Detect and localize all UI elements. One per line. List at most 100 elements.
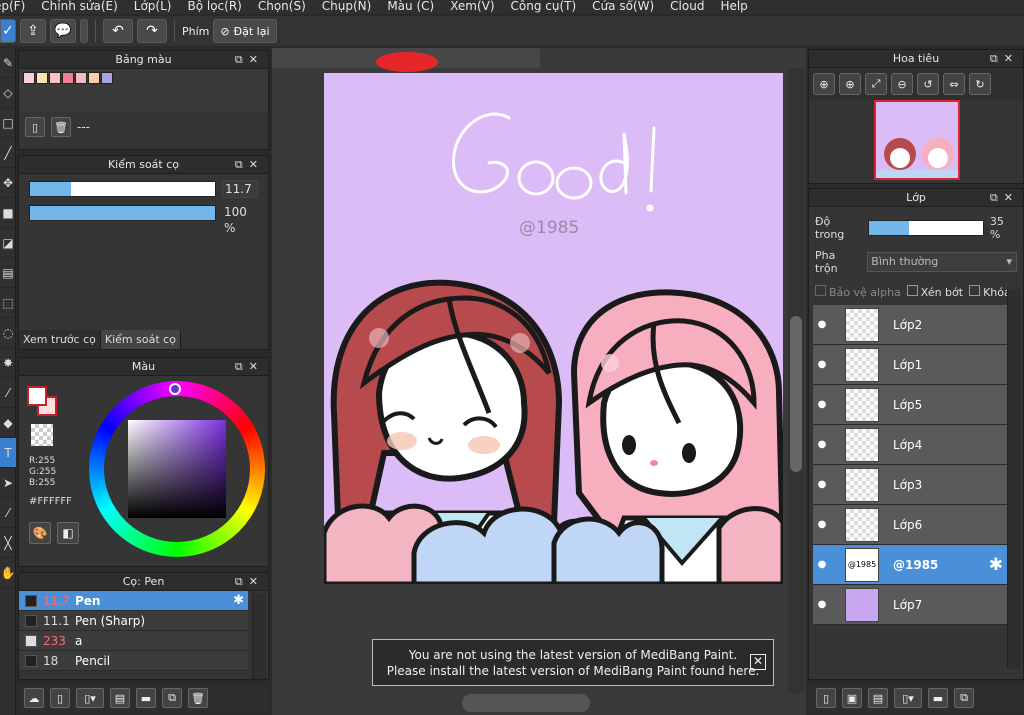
zoom-in-icon[interactable]: ⊕ <box>839 73 861 95</box>
color-mode-icon[interactable]: ◧ <box>57 522 79 544</box>
brush-size-slider[interactable] <box>29 181 216 197</box>
lasso-tool-icon[interactable]: ◌ <box>0 318 16 348</box>
brush-tool-icon[interactable]: ╱ <box>0 138 16 168</box>
protect-alpha-checkbox[interactable]: Bảo vệ alpha <box>815 285 901 299</box>
foreground-color-swatch[interactable] <box>27 386 47 406</box>
add-brush-menu-icon[interactable]: ▯▾ <box>76 688 104 708</box>
menu-view[interactable]: Xem(V) <box>442 0 502 14</box>
tab-brush-preview[interactable]: Xem trước cọ <box>19 330 101 349</box>
fit-window-icon[interactable]: ⤢ <box>865 73 887 95</box>
rotate-right-icon[interactable]: ↻ <box>969 73 991 95</box>
visibility-eye-icon[interactable]: ● <box>813 519 831 530</box>
brush-settings-icon[interactable]: ▤ <box>110 688 130 708</box>
eraser-tool-icon[interactable]: ◇ <box>0 78 16 108</box>
update-notice[interactable]: You are not using the latest version of … <box>372 639 774 686</box>
undock-icon[interactable]: ⧉ <box>235 158 249 171</box>
close-icon[interactable]: ✕ <box>249 53 264 66</box>
palette-swatch[interactable] <box>49 72 61 84</box>
canvas-vertical-scrollbar[interactable] <box>788 68 804 694</box>
saturation-value-square[interactable] <box>128 420 226 518</box>
palette-swatch[interactable] <box>23 72 35 84</box>
brush-row[interactable]: 18 Pencil <box>19 651 248 671</box>
menu-edit[interactable]: Chỉnh sửa(E) <box>33 0 126 14</box>
zoom-out-icon[interactable]: ⊖ <box>891 73 913 95</box>
close-icon[interactable]: ✕ <box>1004 191 1019 204</box>
brush-opacity-slider[interactable] <box>29 205 216 221</box>
trash-icon[interactable]: 🗑 <box>51 117 71 137</box>
undock-icon[interactable]: ⧉ <box>235 360 249 373</box>
navigator-thumbnail[interactable] <box>874 100 960 180</box>
dropper-tool-icon[interactable]: ⁄ <box>0 498 16 528</box>
lock-checkbox[interactable]: Khóa <box>969 285 1011 299</box>
gear-icon[interactable]: ✱ <box>989 555 1003 575</box>
folder-icon[interactable]: ▬ <box>928 688 948 708</box>
layer-row[interactable]: ● @1985 @1985 ✱ <box>813 545 1007 585</box>
palette-icon[interactable]: 🎨 <box>29 522 51 544</box>
layer-row[interactable]: ● Lớp2 <box>813 305 1007 345</box>
hue-wheel[interactable] <box>89 381 265 557</box>
menu-help[interactable]: Help <box>712 0 755 14</box>
brush-row[interactable]: 11.1 Pen (Sharp) <box>19 611 248 631</box>
new-halftone-layer-icon[interactable]: ▣ <box>842 688 862 708</box>
brush-list-scrollbar[interactable] <box>252 593 266 679</box>
layer-row[interactable]: ● Lớp6 <box>813 505 1007 545</box>
visibility-eye-icon[interactable]: ● <box>813 319 831 330</box>
layer-row[interactable]: ● Lớp7 <box>813 585 1007 625</box>
layer-opacity-slider[interactable] <box>867 220 984 236</box>
add-layer-menu-icon[interactable]: ▯▾ <box>894 688 922 708</box>
transparent-color-swatch[interactable] <box>31 424 53 446</box>
folder-icon[interactable]: ▬ <box>136 688 156 708</box>
visibility-eye-icon[interactable]: ● <box>813 559 831 570</box>
menu-window[interactable]: Cửa sổ(W) <box>584 0 662 14</box>
close-icon[interactable]: ✕ <box>1004 52 1019 65</box>
close-icon[interactable]: ✕ <box>249 360 264 373</box>
redo-icon[interactable]: ↷ <box>137 19 167 43</box>
bucket-tool-icon[interactable]: ◪ <box>0 228 16 258</box>
gradient-tool-icon[interactable]: ▤ <box>0 258 16 288</box>
artwork-canvas[interactable]: @1985 <box>324 73 783 584</box>
close-icon[interactable]: ✕ <box>249 575 264 588</box>
undock-icon[interactable]: ⧉ <box>990 52 1004 65</box>
palette-swatch[interactable] <box>101 72 113 84</box>
reset-button[interactable]: ⊘ Đặt lại <box>213 19 277 43</box>
undock-icon[interactable]: ⧉ <box>235 575 249 588</box>
select-eraser-tool-icon[interactable]: ◆ <box>0 408 16 438</box>
scrollbar-thumb[interactable] <box>790 316 802 472</box>
flip-icon[interactable]: ⇔ <box>943 73 965 95</box>
visibility-eye-icon[interactable]: ● <box>813 599 831 610</box>
tab-brush-control[interactable]: Kiểm soát cọ <box>100 330 181 349</box>
new-8bit-layer-icon[interactable]: ▤ <box>868 688 888 708</box>
menu-tools[interactable]: Công cụ(T) <box>503 0 585 14</box>
duplicate-icon[interactable]: ⧉ <box>954 688 974 708</box>
duplicate-icon[interactable]: ⧉ <box>162 688 182 708</box>
text-tool-icon[interactable]: T <box>0 438 16 468</box>
select-rect-tool-icon[interactable]: ⬚ <box>0 288 16 318</box>
brush-row[interactable]: 11.7 Pen ✱ <box>19 591 248 611</box>
palette-swatch[interactable] <box>62 72 74 84</box>
palette-swatch[interactable] <box>36 72 48 84</box>
menu-select[interactable]: Chọn(S) <box>250 0 314 14</box>
canvas-horizontal-scrollbar[interactable] <box>462 694 590 712</box>
trash-icon[interactable]: 🗑 <box>188 688 208 708</box>
hand-tool-icon[interactable]: ✋ <box>0 558 16 588</box>
shape-tool-icon[interactable]: □ <box>0 108 16 138</box>
palette-swatch[interactable] <box>75 72 87 84</box>
visibility-eye-icon[interactable]: ● <box>813 359 831 370</box>
layer-row[interactable]: ● Lớp5 <box>813 385 1007 425</box>
speech-bubble-icon[interactable]: 💬 <box>50 19 76 43</box>
gear-icon[interactable]: ✱ <box>233 593 244 608</box>
close-icon[interactable]: ✕ <box>249 158 264 171</box>
zoom-actual-icon[interactable]: ⊕ <box>813 73 835 95</box>
pen-tool-icon[interactable]: ✎ <box>0 48 16 78</box>
clipping-checkbox[interactable]: Xén bớt <box>906 285 963 299</box>
magic-wand-tool-icon[interactable]: ✸ <box>0 348 16 378</box>
checkmark-icon[interactable]: ✓ <box>0 19 16 43</box>
menu-capture[interactable]: Chụp(N) <box>314 0 380 14</box>
rotate-left-icon[interactable]: ↺ <box>917 73 939 95</box>
visibility-eye-icon[interactable]: ● <box>813 399 831 410</box>
cloud-download-icon[interactable]: ☁ <box>24 688 44 708</box>
palette-swatch[interactable] <box>88 72 100 84</box>
fill-rect-tool-icon[interactable]: ■ <box>0 198 16 228</box>
brush-size-value[interactable]: 11.7 <box>222 180 258 198</box>
share-icon[interactable]: ⇪ <box>20 19 46 43</box>
